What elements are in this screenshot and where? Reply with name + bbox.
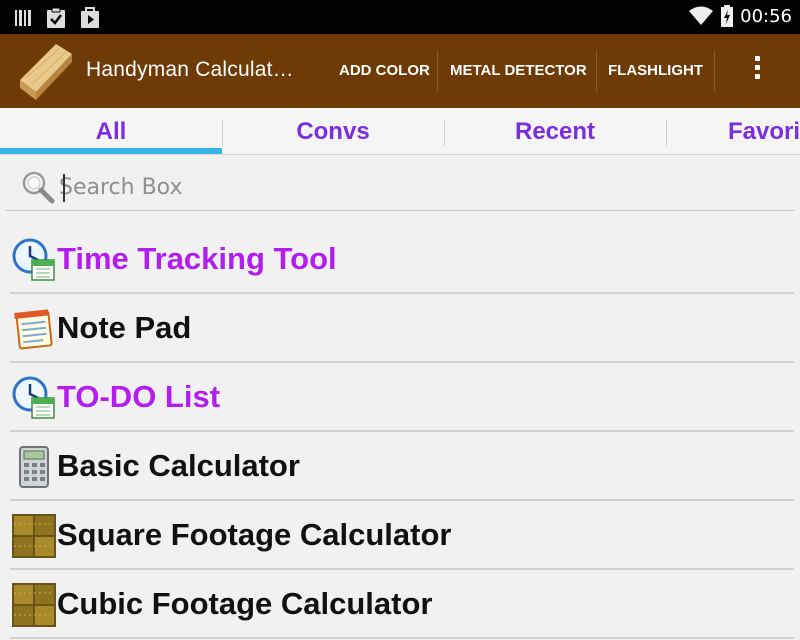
floor-tile-icon: [12, 514, 56, 558]
search-icon: [22, 171, 55, 204]
list-item-label: Basic Calculator: [57, 448, 300, 483]
add-color-button[interactable]: ADD COLOR: [339, 48, 430, 94]
metal-detector-button[interactable]: METAL DETECTOR: [450, 48, 587, 94]
list-item[interactable]: Cubic Footage Calculator: [10, 571, 794, 639]
clipboard-check-icon: [47, 7, 65, 28]
barcode-icon: [15, 10, 31, 26]
battery-icon: [721, 5, 734, 27]
action-divider: [596, 50, 597, 92]
tool-list: Time Tracking Tool Note Pad TO-DO List B…: [10, 226, 794, 640]
list-item[interactable]: Time Tracking Tool: [10, 226, 794, 294]
play-store-icon: [81, 7, 99, 28]
search-bar: [5, 162, 795, 211]
clock-calendar-icon: [12, 376, 55, 419]
action-divider: [714, 50, 715, 92]
floor-tile-icon: [12, 583, 56, 627]
list-item-label: TO-DO List: [57, 379, 221, 414]
search-input[interactable]: [57, 170, 759, 204]
notepad-icon: [14, 309, 53, 350]
text-cursor: [63, 174, 65, 202]
calculator-icon: [19, 446, 49, 488]
list-item[interactable]: Basic Calculator: [10, 433, 794, 501]
list-item[interactable]: Square Footage Calculator: [10, 502, 794, 570]
list-item-label: Cubic Footage Calculator: [57, 586, 433, 621]
list-item-label: Time Tracking Tool: [57, 241, 337, 276]
wifi-icon: [689, 6, 714, 25]
action-bar: Handyman Calculat… ADD COLOR METAL DETEC…: [0, 34, 800, 108]
list-item-label: Square Footage Calculator: [57, 517, 452, 552]
clock-calendar-icon: [12, 238, 55, 281]
wood-plank-icon[interactable]: [16, 40, 76, 102]
notification-icons: [14, 7, 100, 29]
app-title: Handyman Calculat…: [86, 58, 294, 81]
tab-recent[interactable]: Recent: [444, 108, 666, 154]
list-item[interactable]: TO-DO List: [10, 364, 794, 432]
list-item-label: Note Pad: [57, 310, 192, 345]
action-divider: [437, 50, 438, 92]
status-bar: 00:56: [0, 0, 800, 34]
selected-tab-indicator: [0, 148, 222, 154]
more-vertical-icon[interactable]: [740, 56, 774, 86]
tab-favorites[interactable]: Favori: [666, 108, 800, 154]
clock: 00:56: [740, 5, 792, 27]
tab-convs[interactable]: Convs: [222, 108, 444, 154]
list-item[interactable]: Note Pad: [10, 295, 794, 363]
flashlight-button[interactable]: FLASHLIGHT: [608, 48, 703, 94]
